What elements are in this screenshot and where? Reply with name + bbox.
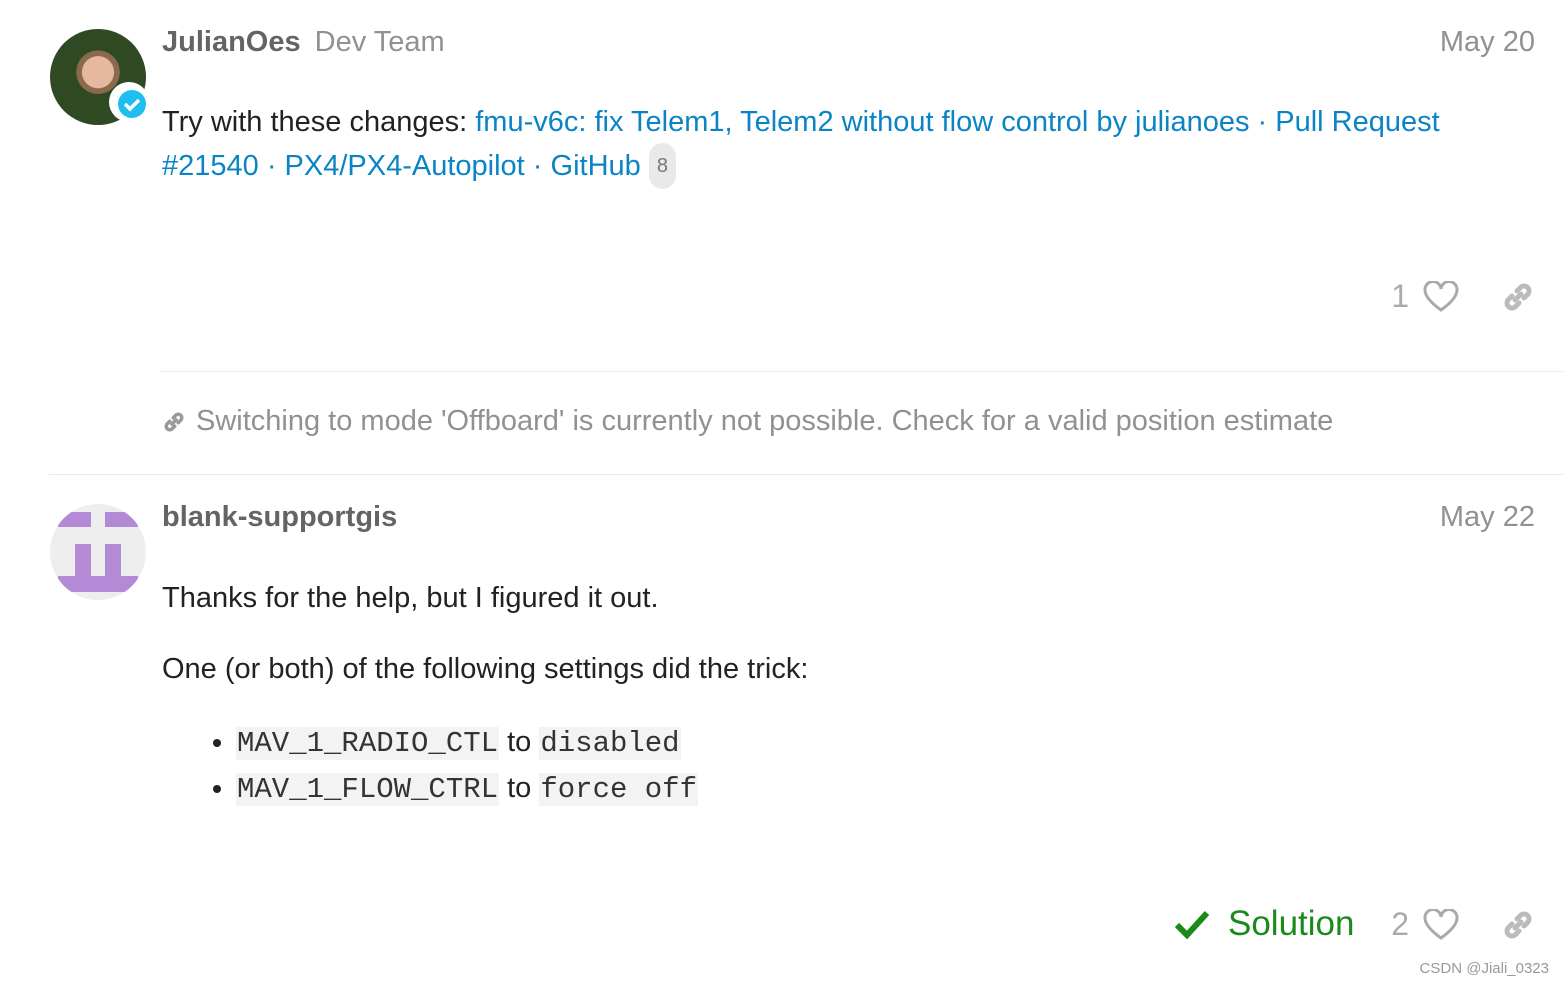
paragraph: Thanks for the help, but I figured it ou… (162, 582, 659, 614)
checkmark-icon (1174, 910, 1210, 940)
heart-icon[interactable] (1423, 908, 1459, 941)
divider (161, 371, 1563, 372)
body-text: Try with these changes: (162, 106, 476, 138)
link-icon (164, 412, 184, 431)
list-item: MAV_1_RADIO_CTL to disabled (236, 720, 698, 766)
settings-list: MAV_1_RADIO_CTL to disabled MAV_1_FLOW_C… (162, 720, 698, 812)
solution-label: Solution (1228, 904, 1355, 943)
post-date[interactable]: May 20 (1440, 26, 1535, 59)
post-actions: 1 (1391, 278, 1535, 315)
paragraph: One (or both) of the following settings … (162, 653, 809, 685)
post-body: Try with these changes: fmu-v6c: fix Tel… (162, 101, 1502, 189)
linked-topic-title[interactable]: Switching to mode 'Offboard' is currentl… (196, 405, 1333, 438)
link-icon[interactable] (1501, 280, 1535, 314)
click-count-badge: 8 (648, 143, 676, 189)
joiner: to (499, 726, 540, 758)
like-count: 1 (1391, 278, 1409, 314)
post-header: JulianOes Dev Team (162, 26, 445, 59)
joiner: to (499, 772, 540, 804)
author-name[interactable]: blank-supportgis (162, 501, 397, 534)
value-code: disabled (539, 727, 681, 760)
link-icon[interactable] (1501, 908, 1535, 942)
value-code: force off (539, 773, 698, 806)
solution-button[interactable]: Solution (1174, 904, 1354, 944)
linked-topic[interactable]: Switching to mode 'Offboard' is currentl… (162, 405, 1333, 438)
param-code: MAV_1_FLOW_CTRL (236, 773, 500, 806)
watermark: CSDN @Jiali_0323 (1419, 960, 1549, 977)
check-circle-icon (109, 82, 149, 122)
post-divider (49, 474, 1563, 475)
author-name[interactable]: JulianOes (162, 26, 301, 58)
post-actions: 2 (1391, 906, 1535, 943)
like-count: 2 (1391, 906, 1409, 942)
post-date[interactable]: May 22 (1440, 501, 1535, 534)
avatar-blank-supportgis[interactable] (50, 504, 146, 600)
heart-icon[interactable] (1423, 280, 1459, 313)
param-code: MAV_1_RADIO_CTL (236, 727, 500, 760)
list-item: MAV_1_FLOW_CTRL to force off (236, 766, 698, 812)
user-title: Dev Team (314, 26, 445, 58)
